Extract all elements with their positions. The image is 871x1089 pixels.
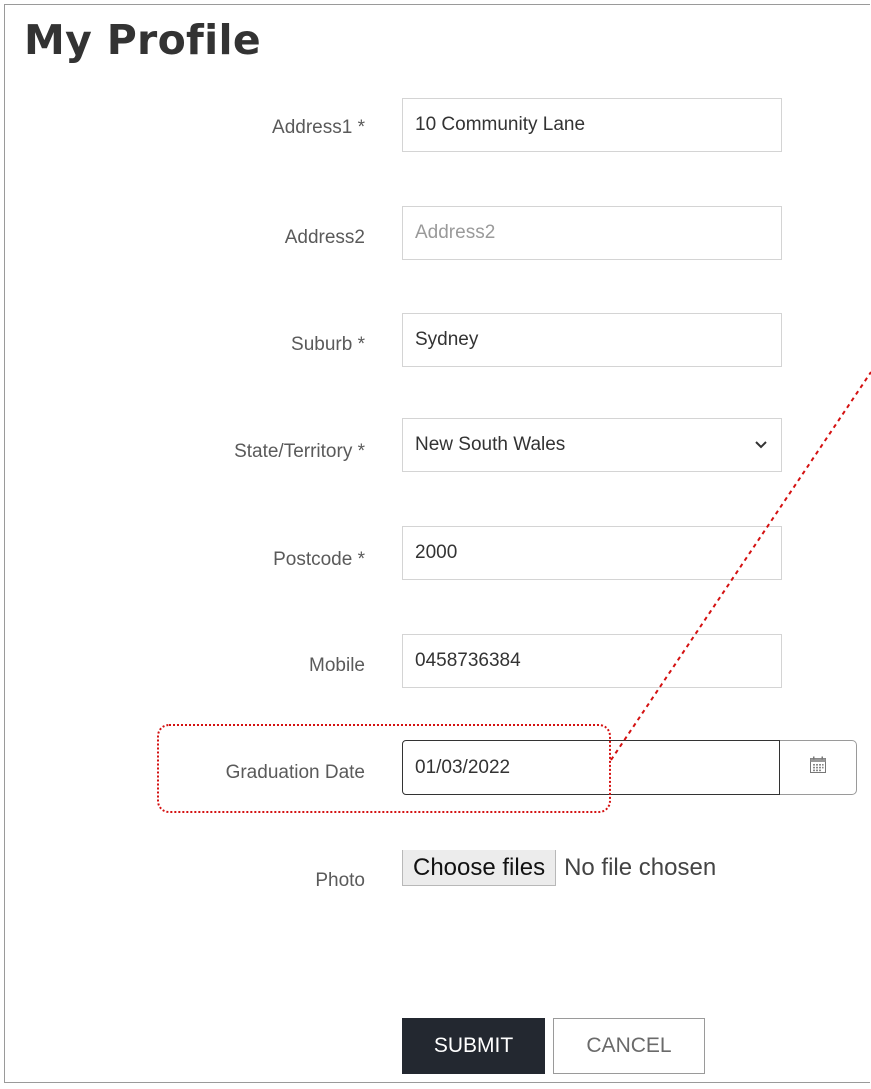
file-status-text: No file chosen xyxy=(564,854,717,881)
address1-label: Address1 * xyxy=(272,117,365,138)
profile-page: My Profile Address1 * Address2 Suburb * … xyxy=(0,0,871,1089)
address2-input[interactable] xyxy=(402,206,782,260)
state-select[interactable]: New South Wales xyxy=(402,418,782,472)
mobile-label: Mobile xyxy=(309,655,365,676)
chevron-down-icon xyxy=(753,437,769,453)
page-title: My Profile xyxy=(24,16,261,64)
graduation-date-group xyxy=(402,740,857,795)
calendar-icon xyxy=(809,756,827,779)
state-label: State/Territory * xyxy=(234,441,365,462)
address1-input[interactable] xyxy=(402,98,782,152)
submit-button[interactable]: SUBMIT xyxy=(402,1018,545,1074)
photo-file-input: Choose files No file chosen xyxy=(402,850,716,886)
graduation-date-label: Graduation Date xyxy=(225,762,365,783)
postcode-input[interactable] xyxy=(402,526,782,580)
cancel-button[interactable]: CANCEL xyxy=(553,1018,705,1074)
mobile-input[interactable] xyxy=(402,634,782,688)
state-selected-value: New South Wales xyxy=(415,434,566,455)
suburb-label: Suburb * xyxy=(291,334,365,355)
postcode-label: Postcode * xyxy=(273,549,365,570)
graduation-date-input[interactable] xyxy=(402,740,780,795)
choose-files-button[interactable]: Choose files xyxy=(402,850,557,886)
calendar-button[interactable] xyxy=(780,740,857,795)
address2-label: Address2 xyxy=(284,227,365,248)
photo-label: Photo xyxy=(315,870,365,891)
suburb-input[interactable] xyxy=(402,313,782,367)
